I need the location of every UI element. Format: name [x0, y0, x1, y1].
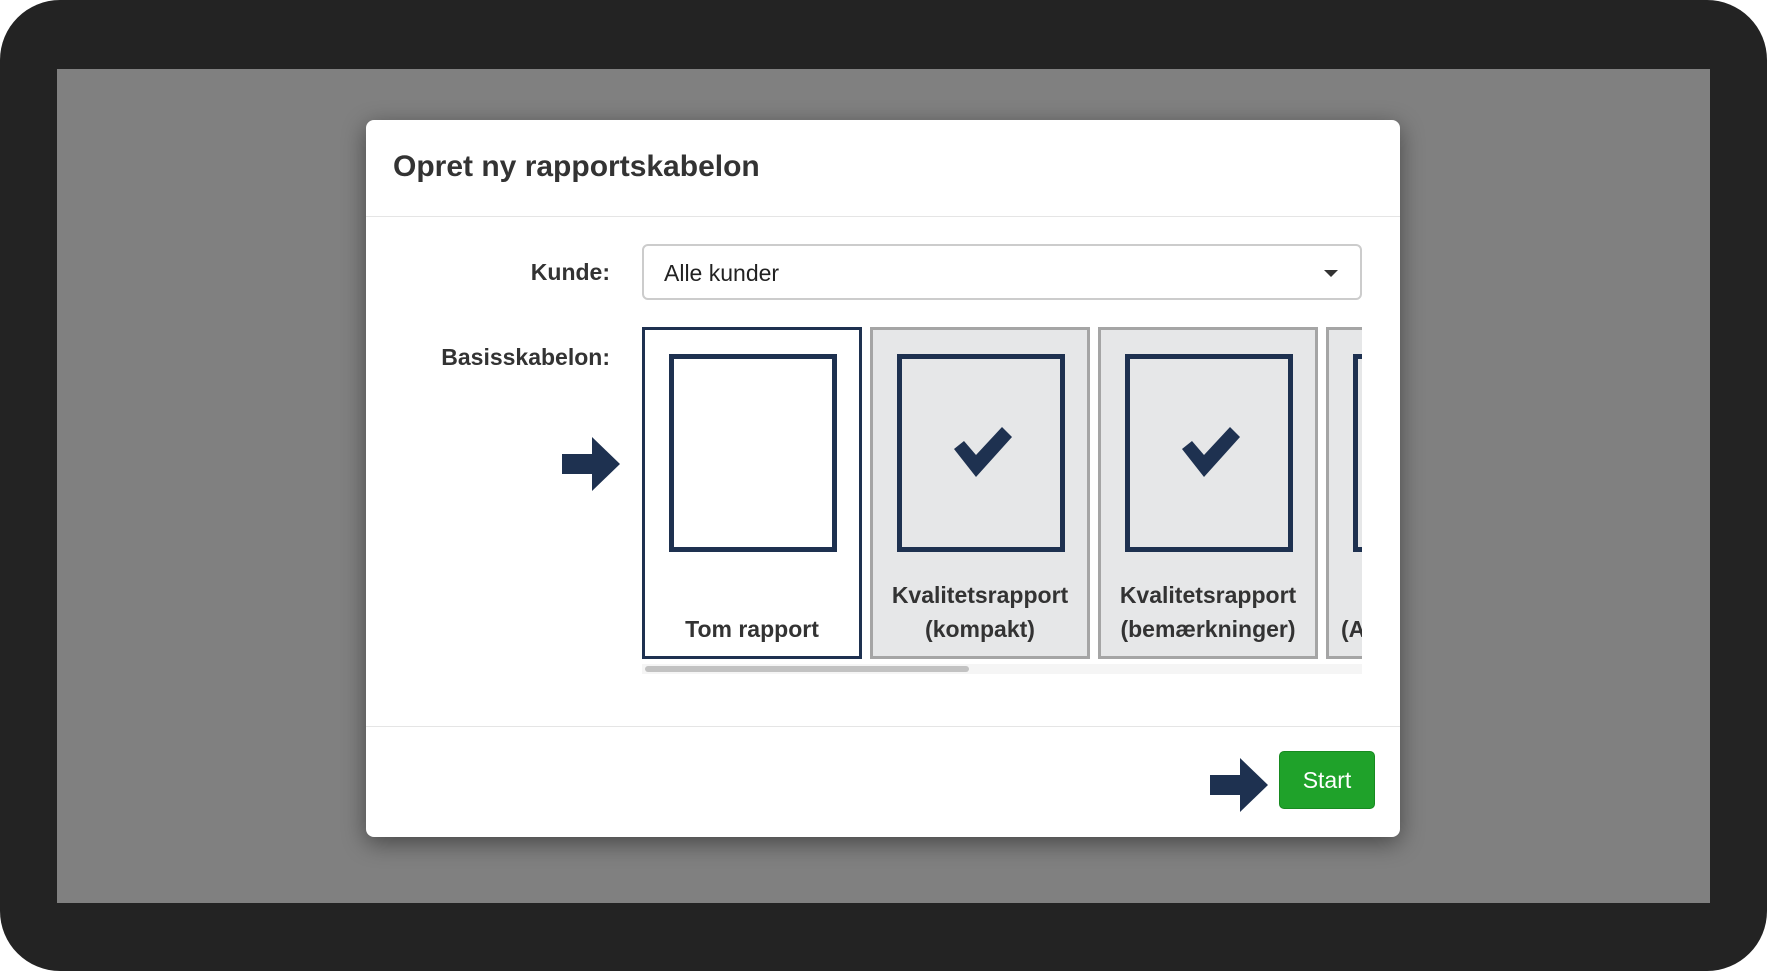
checkmark-icon	[1182, 427, 1240, 477]
template-card-label-line2: (bemærkninger)	[1120, 616, 1296, 642]
start-button[interactable]: Start	[1279, 751, 1375, 809]
blank-document-icon	[669, 354, 837, 552]
create-template-dialog: Opret ny rapportskabelon Kunde: Alle kun…	[366, 120, 1400, 837]
template-carousel[interactable]: Tom rapport Kvalitetsrapport (kompakt) K…	[642, 327, 1362, 677]
caret-down-icon	[1324, 270, 1338, 277]
template-card-empty-report[interactable]: Tom rapport	[642, 327, 862, 659]
base-template-label: Basisskabelon:	[441, 344, 610, 370]
horizontal-scrollbar[interactable]	[642, 664, 1362, 674]
dialog-header: Opret ny rapportskabelon	[366, 120, 1400, 217]
customer-select[interactable]: Alle kunder	[642, 244, 1362, 300]
customer-label: Kunde:	[530, 259, 610, 285]
document-icon	[897, 354, 1065, 552]
template-card-label: (A	[1341, 612, 1362, 646]
template-card-label-line2: Tom rapport	[685, 616, 819, 642]
template-card-partial[interactable]: (A	[1326, 327, 1362, 659]
template-strip: Tom rapport Kvalitetsrapport (kompakt) K…	[642, 327, 1362, 659]
screen-backdrop: Opret ny rapportskabelon Kunde: Alle kun…	[57, 69, 1710, 903]
document-icon	[1353, 354, 1362, 552]
template-card-label: Tom rapport	[645, 612, 859, 646]
device-frame: Opret ny rapportskabelon Kunde: Alle kun…	[0, 0, 1767, 971]
template-card-label-line2: (kompakt)	[925, 616, 1035, 642]
customer-select-value: Alle kunder	[664, 260, 780, 286]
template-card-label: Kvalitetsrapport (bemærkninger)	[1101, 578, 1315, 646]
dialog-title: Opret ny rapportskabelon	[393, 150, 760, 183]
scrollbar-thumb[interactable]	[645, 666, 969, 672]
template-card-label: Kvalitetsrapport (kompakt)	[873, 578, 1087, 646]
checkmark-icon	[954, 427, 1012, 477]
document-icon	[1125, 354, 1293, 552]
template-card-label-line1: Kvalitetsrapport	[891, 582, 1069, 608]
arrow-right-icon	[562, 437, 620, 491]
template-card-quality-remarks[interactable]: Kvalitetsrapport (bemærkninger)	[1098, 327, 1318, 659]
arrow-right-icon	[1210, 758, 1268, 812]
template-card-quality-compact[interactable]: Kvalitetsrapport (kompakt)	[870, 327, 1090, 659]
template-card-label-line1: Kvalitetsrapport	[1119, 582, 1297, 608]
template-card-label-line2: (A	[1341, 616, 1362, 642]
